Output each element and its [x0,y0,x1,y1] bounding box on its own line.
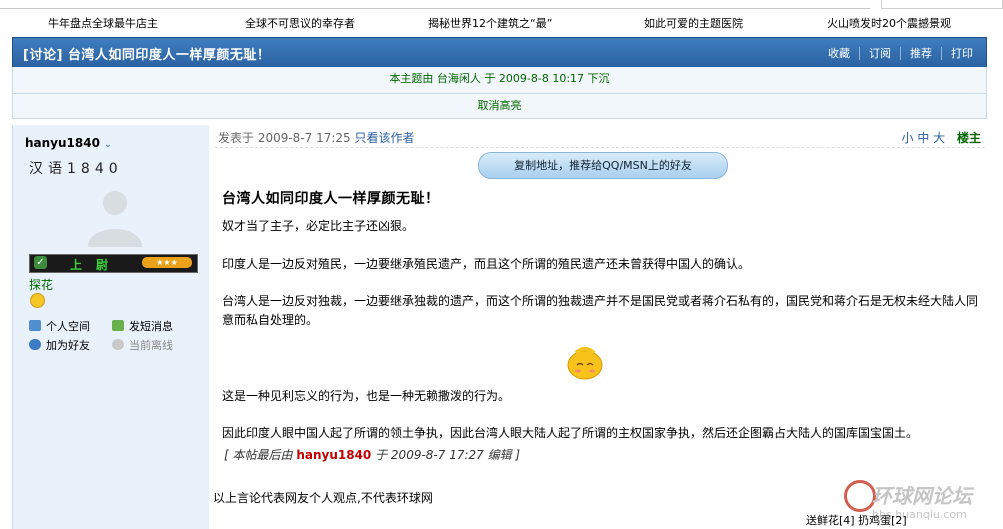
thread-actions: 收藏 订阅 推荐 打印 [819,45,982,61]
emoticon-icon [567,347,603,380]
avatar[interactable] [76,185,154,247]
recommend-button[interactable]: 推荐 [900,47,941,60]
rank-label: 上尉 [70,258,123,272]
personal-space-link[interactable]: 个人空间 [29,318,90,334]
post-paragraph: 台湾人是一边反对独裁，一边要继承独裁的遗产，而这个所谓的独裁遗产并不是国民党或者… [222,294,979,327]
add-friend-label[interactable]: 加为好友 [46,339,90,352]
cancel-highlight-link[interactable]: 取消高亮 [478,99,522,112]
post-paragraph: 印度人是一边反对殖民，一边要继承殖民遗产，而且这个所谓的殖民遗产还未曾获得中国人… [222,257,751,271]
post-meta-left: 发表于 2009-8-7 17:25 只看该作者 [218,129,415,146]
post-paragraph: 这是一种见利忘义的行为，也是一种无赖撒泼的行为。 [222,389,511,403]
post-meta-right: 小 中 大 楼主 [902,129,981,146]
top-link[interactable]: 如此可爱的主题医院 [644,15,743,31]
shield-icon: ✓ [34,256,47,269]
top-promo-strip: 牛年盘点全球最牛店主 全球不可思议的幸存者 揭秘世界12个建筑之“最” 如此可爱… [0,0,1003,38]
disclaimer: 以上言论代表网友个人观点,不代表环球网 [213,491,433,505]
top-links: 牛年盘点全球最牛店主 全球不可思议的幸存者 揭秘世界12个建筑之“最” 如此可爱… [0,15,1003,33]
author-name[interactable]: hanyu1840 ⌄ [25,136,112,150]
edit-prefix: [ 本帖最后由 [224,448,293,462]
message-icon [112,320,124,331]
top-corner-box [881,0,1003,9]
home-icon [29,320,41,331]
edit-suffix: 于 2009-8-7 17:27 编辑 ] [375,448,521,462]
floor-label: 楼主 [956,131,981,145]
cancel-highlight-row: 取消高亮 [12,94,987,119]
edit-user-link[interactable]: hanyu1840 [296,448,371,462]
thread-title-bar: [讨论] 台湾人如同印度人一样厚颜无耻！ 收藏 订阅 推荐 打印 [12,37,987,68]
add-friend-link[interactable]: 加为好友 [29,337,90,353]
offline-status-label: 当前离线 [129,339,173,352]
post-paragraph: 因此印度人眼中国人起了所谓的领土争执，因此台湾人眼大陆人起了所谓的主权国家争执，… [222,426,919,440]
author-title: 汉语1840 [29,161,123,177]
print-button[interactable]: 打印 [941,47,982,60]
bump-info: 本主题由 台海闲人 于 2009-8-8 10:17 下沉 [389,72,610,85]
bump-info-row: 本主题由 台海闲人 于 2009-8-8 10:17 下沉 [12,67,987,94]
top-divider [0,0,870,9]
offline-user-icon [112,339,124,350]
edit-note: [ 本帖最后由 hanyu1840 于 2009-8-7 17:27 编辑 ] [224,446,520,463]
watermark-name: 环球网论坛 [872,484,972,508]
thread-title: [讨论] 台湾人如同印度人一样厚颜无耻！ [23,48,271,63]
favorite-button[interactable]: 收藏 [819,47,859,60]
author-name-text[interactable]: hanyu1840 [25,136,100,150]
rank-bar: ✓ 上尉 ★★★ [29,254,198,273]
top-link[interactable]: 牛年盘点全球最牛店主 [48,15,158,31]
post-title: 台湾人如同印度人一样厚颜无耻！ [222,191,440,207]
chevron-down-icon[interactable]: ⌄ [104,140,112,150]
smiley-icon [30,293,45,308]
send-message-label[interactable]: 发短消息 [129,320,173,333]
post-date: 发表于 2009-8-7 17:25 [218,131,351,145]
send-message-link[interactable]: 发短消息 [112,318,173,334]
post-meta-bar: 发表于 2009-8-7 17:25 只看该作者 小 中 大 楼主 [215,125,985,148]
stars-icon: ★★★ [142,257,192,268]
post-body: 台湾人如同印度人一样厚颜无耻！ 奴才当了主子，必定比主子还凶狠。 印度人是一边反… [222,190,984,443]
copy-address-button[interactable]: 复制地址，推荐给QQ/MSN上的好友 [478,152,728,179]
post-paragraph: 奴才当了主子，必定比主子还凶狠。 [222,219,415,233]
font-size-switch[interactable]: 小 中 大 [902,131,946,145]
offline-status: 当前离线 [112,337,173,353]
author-sidebar: hanyu1840 ⌄ 汉语1840 ✓ 上尉 ★★★ 探花 个人空间 发短消息… [12,125,209,529]
add-user-icon [29,339,41,350]
flower-title: 探花 [29,278,54,292]
top-link[interactable]: 火山喷发时20个震撼景观 [827,15,951,31]
subscribe-button[interactable]: 订阅 [859,47,900,60]
personal-space-label[interactable]: 个人空间 [46,320,90,333]
only-author-link[interactable]: 只看该作者 [355,131,415,145]
top-link[interactable]: 揭秘世界12个建筑之“最” [428,15,552,31]
top-link[interactable]: 全球不可思议的幸存者 [245,15,355,31]
flower-egg-links[interactable]: 送鲜花[4] 扔鸡蛋[2] [806,512,907,528]
